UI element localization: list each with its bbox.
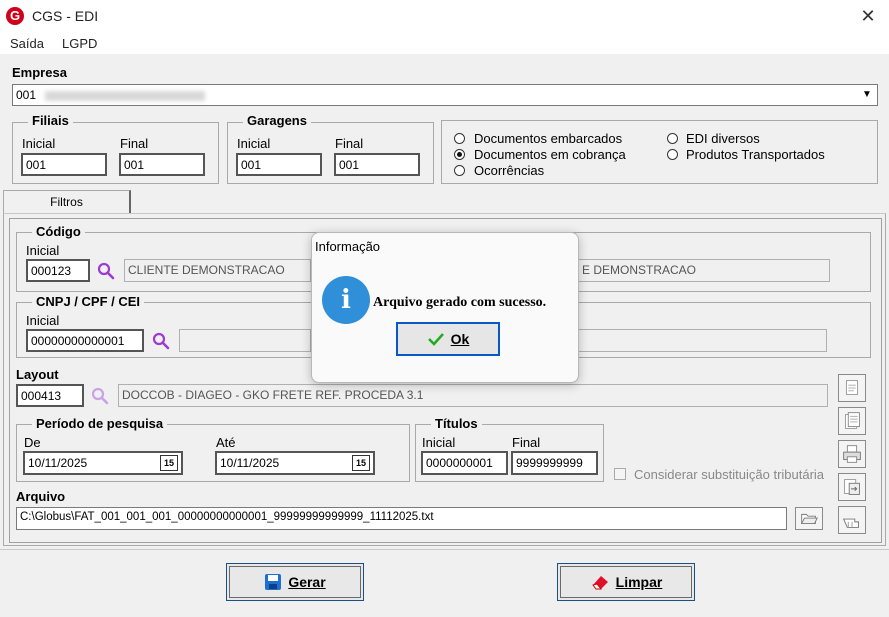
save-icon — [265, 574, 282, 590]
empresa-value: 001 — [16, 88, 37, 102]
radio-edi-diversos-label[interactable]: EDI diversos — [686, 131, 760, 146]
info-icon: i — [322, 276, 370, 324]
calendar-ate-icon[interactable]: 15 — [352, 455, 370, 471]
cnpj-title: CNPJ / CPF / CEI — [32, 294, 145, 309]
periodo-title: Período de pesquisa — [32, 416, 168, 431]
cnpj-inicial-input[interactable]: 00000000000001 — [26, 329, 144, 352]
periodo-ate-input[interactable]: 10/11/2025 — [215, 451, 375, 475]
gerar-button[interactable]: Gerar — [226, 563, 364, 601]
codigo-nome-field-right: E DEMONSTRACAO — [579, 259, 830, 282]
layout-description-field: DOCCOB - DIAGEO - GKO FRETE REF. PROCEDA… — [118, 384, 828, 407]
substituicao-checkbox[interactable] — [614, 468, 626, 480]
search-icon[interactable] — [91, 387, 109, 405]
codigo-title: Código — [32, 224, 85, 239]
titulos-final-input[interactable]: 9999999999 — [511, 451, 598, 475]
limpar-button[interactable]: Limpar — [557, 563, 695, 601]
radio-produtos-transportados[interactable] — [667, 149, 678, 160]
bottom-divider — [0, 549, 889, 550]
layout-code-input[interactable]: 000413 — [16, 384, 84, 407]
dialog-title: Informação — [315, 239, 381, 254]
periodo-ate-label: Até — [216, 435, 236, 450]
ok-button[interactable]: Ok — [396, 322, 500, 356]
radio-documentos-embarcados[interactable] — [454, 133, 465, 144]
filiais-title: Filiais — [28, 113, 73, 128]
cnpj-nome-field — [179, 329, 311, 352]
ok-label: Ok — [450, 331, 470, 347]
empresa-label: Empresa — [12, 65, 67, 80]
radio-edi-diversos[interactable] — [667, 133, 678, 144]
menu-bar — [0, 32, 889, 54]
periodo-de-label: De — [24, 435, 41, 450]
search-icon[interactable] — [152, 332, 170, 350]
filiais-final-label: Final — [120, 136, 149, 151]
codigo-inicial-label: Inicial — [26, 243, 60, 258]
menu-item-saida[interactable]: Saída — [10, 36, 44, 51]
check-icon — [427, 333, 444, 346]
folder-open-icon[interactable] — [795, 507, 823, 530]
filiais-inicial-input[interactable]: 001 — [21, 153, 107, 176]
radio-documentos-cobranca[interactable] — [454, 149, 465, 160]
limpar-label: Limpar — [615, 574, 663, 590]
tab-filtros[interactable]: Filtros — [3, 190, 131, 214]
cnpj-nome-field-right — [579, 329, 827, 352]
garagens-final-label: Final — [335, 136, 364, 151]
titulos-final-label: Final — [512, 435, 541, 450]
substituicao-label[interactable]: Considerar substituição tributária — [634, 467, 824, 482]
codigo-nome-field: CLIENTE DEMONSTRACAO — [124, 259, 311, 282]
close-icon[interactable]: ✕ — [857, 5, 879, 27]
dialog-message: Arquivo gerado com sucesso. — [373, 295, 547, 310]
chevron-down-icon[interactable]: ▼ — [858, 86, 876, 104]
hand-pointer-icon[interactable] — [838, 506, 866, 534]
export-document-icon[interactable] — [838, 473, 866, 501]
new-document-icon[interactable] — [838, 374, 866, 402]
titulos-inicial-label: Inicial — [422, 435, 456, 450]
titulos-title: Títulos — [431, 416, 482, 431]
arquivo-input[interactable]: C:\Globus\FAT_001_001_001_00000000000001… — [16, 507, 787, 530]
cnpj-inicial-label: Inicial — [26, 313, 60, 328]
printer-icon[interactable] — [838, 440, 866, 468]
radio-ocorrencias[interactable] — [454, 165, 465, 176]
periodo-de-input[interactable]: 10/11/2025 — [23, 451, 183, 475]
empresa-name-blurred — [45, 90, 206, 101]
garagens-title: Garagens — [243, 113, 311, 128]
window-title: CGS - EDI — [32, 8, 99, 24]
calendar-de-icon[interactable]: 15 — [160, 455, 178, 471]
garagens-final-input[interactable]: 001 — [334, 153, 420, 176]
radio-documentos-cobranca-label[interactable]: Documentos em cobrança — [474, 147, 626, 162]
tab-filtros-label: Filtros — [50, 195, 83, 209]
empresa-select[interactable]: 001 — [12, 84, 878, 106]
garagens-inicial-label: Inicial — [237, 136, 271, 151]
radio-ocorrencias-label[interactable]: Ocorrências — [474, 163, 544, 178]
title-bar — [0, 0, 889, 32]
eraser-icon — [591, 576, 608, 590]
app-logo-icon: G — [6, 7, 24, 25]
menu-item-lgpd[interactable]: LGPD — [62, 36, 97, 51]
arquivo-label: Arquivo — [16, 489, 66, 504]
garagens-inicial-input[interactable]: 001 — [236, 153, 322, 176]
search-icon[interactable] — [97, 262, 115, 280]
copy-document-icon[interactable] — [838, 407, 866, 435]
radio-documentos-embarcados-label[interactable]: Documentos embarcados — [474, 131, 622, 146]
titulos-inicial-input[interactable]: 0000000001 — [421, 451, 508, 475]
radio-produtos-transportados-label[interactable]: Produtos Transportados — [686, 147, 825, 162]
filiais-final-input[interactable]: 001 — [119, 153, 205, 176]
layout-label: Layout — [16, 367, 59, 382]
filiais-inicial-label: Inicial — [22, 136, 56, 151]
codigo-inicial-input[interactable]: 000123 — [26, 259, 90, 282]
gerar-label: Gerar — [288, 574, 326, 590]
